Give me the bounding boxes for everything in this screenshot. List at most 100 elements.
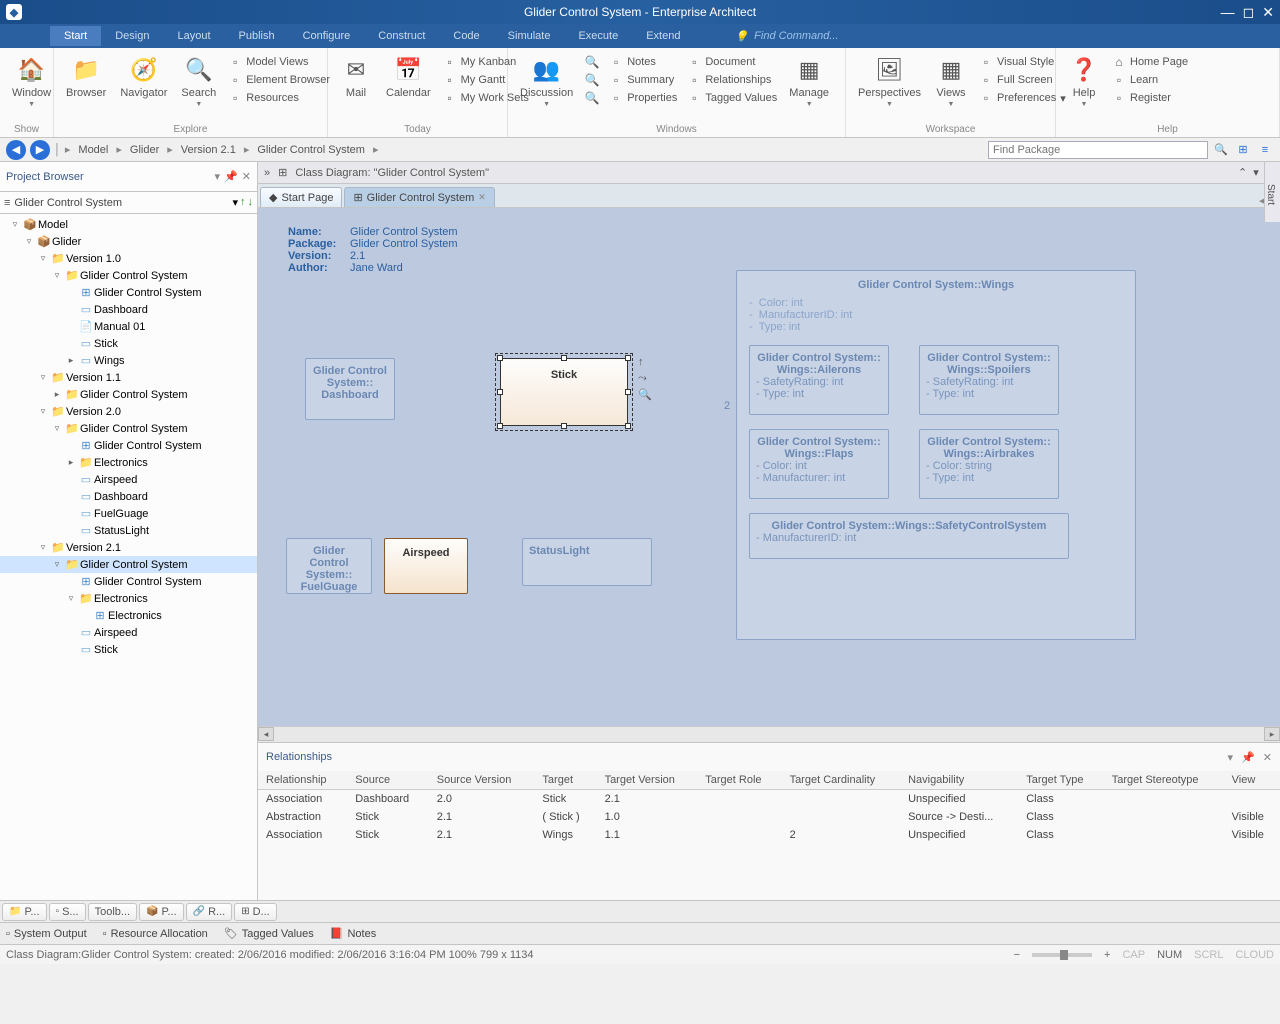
element-safety-control-system[interactable]: Glider Control System::Wings::SafetyCont… bbox=[749, 513, 1069, 559]
element-fuelguage[interactable]: Glider Control System:: FuelGuage bbox=[286, 538, 372, 594]
properties-button[interactable]: ▫Properties bbox=[607, 90, 679, 106]
navigator-button[interactable]: 🧭Navigator bbox=[114, 52, 173, 101]
menu-extend[interactable]: Extend bbox=[632, 26, 694, 46]
views-button[interactable]: ▦Views▼ bbox=[929, 52, 973, 110]
notes-button[interactable]: ▫Notes bbox=[607, 54, 679, 70]
full-screen-button[interactable]: ▫Full Screen bbox=[977, 72, 1068, 88]
pb-close-icon[interactable]: ✕ bbox=[242, 170, 251, 183]
manage-button[interactable]: ▦Manage▼ bbox=[783, 52, 835, 110]
nav-forward-button[interactable]: ▶ bbox=[30, 140, 50, 160]
element-ailerons[interactable]: Glider Control System:: Wings::Ailerons … bbox=[749, 345, 889, 415]
find-command[interactable]: 💡 Find Command... bbox=[734, 30, 838, 43]
zoom2-button[interactable]: 🔍 bbox=[583, 72, 601, 88]
collapse-icon[interactable]: ⌃ bbox=[1238, 166, 1247, 179]
quick-link-chain-icon[interactable]: ⤳ bbox=[638, 372, 647, 385]
btab-d[interactable]: ⊞D... bbox=[234, 903, 277, 921]
notes-tab[interactable]: 📕Notes bbox=[330, 927, 376, 940]
rel-col-header[interactable]: View bbox=[1224, 771, 1280, 790]
zoom-in-icon[interactable]: + bbox=[1104, 949, 1110, 961]
zoom-out-icon[interactable]: − bbox=[1014, 949, 1020, 961]
diagram-canvas[interactable]: Name:Glider Control System Package:Glide… bbox=[258, 208, 1280, 726]
zoom3-button[interactable]: 🔍 bbox=[583, 90, 601, 106]
zoom-slider[interactable] bbox=[1032, 953, 1092, 957]
rel-pin-icon[interactable]: 📌 bbox=[1241, 751, 1255, 764]
rel-close-icon[interactable]: ✕ bbox=[1263, 751, 1272, 764]
btab-p1[interactable]: 📁P... bbox=[2, 903, 47, 921]
register-button[interactable]: ▫Register bbox=[1110, 90, 1190, 106]
preferences-button[interactable]: ▫Preferences ▾ bbox=[977, 90, 1068, 106]
find-package[interactable] bbox=[988, 141, 1208, 159]
element-spoilers[interactable]: Glider Control System:: Wings::Spoilers … bbox=[919, 345, 1059, 415]
quick-link-arrow-icon[interactable]: ↑ bbox=[638, 356, 644, 368]
rel-col-header[interactable]: Source bbox=[347, 771, 428, 790]
calendar-button[interactable]: 📅Calendar bbox=[380, 52, 437, 101]
document-button[interactable]: ▫Document bbox=[685, 54, 779, 70]
minimize-button[interactable]: — bbox=[1221, 4, 1235, 21]
tagged-values-button[interactable]: ▫Tagged Values bbox=[685, 90, 779, 106]
menu-start[interactable]: Start bbox=[50, 26, 101, 46]
grid-icon[interactable]: ⊞ bbox=[1234, 141, 1252, 159]
menu-code[interactable]: Code bbox=[439, 26, 493, 46]
system-output-tab[interactable]: ▫System Output bbox=[6, 928, 87, 940]
element-airspeed[interactable]: Airspeed bbox=[384, 538, 468, 594]
tab-close-icon[interactable]: ✕ bbox=[478, 192, 486, 203]
mail-button[interactable]: ✉Mail bbox=[334, 52, 378, 101]
element-statuslight[interactable]: StatusLight bbox=[522, 538, 652, 586]
rel-col-header[interactable]: Target Type bbox=[1018, 771, 1103, 790]
rel-col-header[interactable]: Source Version bbox=[429, 771, 535, 790]
menu-configure[interactable]: Configure bbox=[289, 26, 365, 46]
rel-col-header[interactable]: Target Stereotype bbox=[1104, 771, 1224, 790]
tagged-values-tab[interactable]: 🏷Tagged Values bbox=[224, 927, 314, 940]
rel-row[interactable]: AssociationDashboard2.0Stick2.1Unspecifi… bbox=[258, 790, 1280, 809]
crumb-model[interactable]: Model bbox=[74, 144, 112, 156]
nav-back-button[interactable]: ◀ bbox=[6, 140, 26, 160]
crumb-version[interactable]: Version 2.1 bbox=[177, 144, 240, 156]
pb-pin-icon[interactable]: 📌 bbox=[224, 170, 238, 183]
resources-button[interactable]: ▫Resources bbox=[226, 90, 332, 106]
element-flaps[interactable]: Glider Control System:: Wings::Flaps - C… bbox=[749, 429, 889, 499]
menu-icon[interactable]: ≡ bbox=[1256, 141, 1274, 159]
nav-expand-icon[interactable]: » bbox=[264, 167, 270, 179]
pb-context[interactable]: Glider Control System bbox=[14, 197, 228, 209]
zoom1-button[interactable]: 🔍 bbox=[583, 54, 601, 70]
summary-button[interactable]: ▫Summary bbox=[607, 72, 679, 88]
element-dashboard[interactable]: Glider Control System:: Dashboard bbox=[305, 358, 395, 420]
element-browser-button[interactable]: ▫Element Browser bbox=[226, 72, 332, 88]
resource-allocation-tab[interactable]: ▫Resource Allocation bbox=[103, 928, 208, 940]
search-button[interactable]: 🔍Search▼ bbox=[175, 52, 222, 110]
model-views-button[interactable]: ▫Model Views bbox=[226, 54, 332, 70]
btab-p2[interactable]: 📦P... bbox=[139, 903, 184, 921]
pb-down-icon[interactable]: ↓ bbox=[248, 196, 254, 209]
menu-construct[interactable]: Construct bbox=[364, 26, 439, 46]
menu-design[interactable]: Design bbox=[101, 26, 163, 46]
scroll-left-button[interactable]: ◂ bbox=[258, 727, 274, 741]
browser-button[interactable]: 📁Browser bbox=[60, 52, 112, 101]
rel-col-header[interactable]: Target bbox=[534, 771, 596, 790]
rel-row[interactable]: AssociationStick2.1Wings1.12UnspecifiedC… bbox=[258, 826, 1280, 844]
btab-r[interactable]: 🔗R... bbox=[186, 903, 233, 921]
project-tree[interactable]: ▿📦Model ▿📦Glider ▿📁Version 1.0 ▿📁Glider … bbox=[0, 214, 257, 900]
element-airbrakes[interactable]: Glider Control System:: Wings::Airbrakes… bbox=[919, 429, 1059, 499]
maximize-button[interactable]: ◻ bbox=[1243, 4, 1255, 21]
rel-dropdown-icon[interactable]: ▾ bbox=[1228, 751, 1234, 764]
perspectives-button[interactable]: 🖼Perspectives▼ bbox=[852, 52, 927, 110]
rel-col-header[interactable]: Target Version bbox=[597, 771, 698, 790]
visual-style-button[interactable]: ▫Visual Style bbox=[977, 54, 1068, 70]
relationships-button[interactable]: ▫Relationships bbox=[685, 72, 779, 88]
dropdown-icon[interactable]: ▾ bbox=[1253, 166, 1259, 179]
crumb-glider[interactable]: Glider bbox=[126, 144, 163, 156]
scroll-right-button[interactable]: ▸ bbox=[1264, 727, 1280, 741]
pb-dropdown-icon[interactable]: ▾ bbox=[215, 170, 221, 183]
crumb-gcs[interactable]: Glider Control System bbox=[253, 144, 369, 156]
tab-start-page[interactable]: ◆Start Page bbox=[260, 187, 342, 207]
btab-toolb[interactable]: Toolb... bbox=[88, 903, 137, 921]
find-package-go[interactable]: 🔍 bbox=[1212, 141, 1230, 159]
quick-zoom-icon[interactable]: 🔍 bbox=[638, 388, 652, 401]
help-button[interactable]: ❓Help▼ bbox=[1062, 52, 1106, 110]
tab-glider-control-system[interactable]: ⊞Glider Control System✕ bbox=[344, 187, 494, 207]
rel-col-header[interactable]: Navigability bbox=[900, 771, 1018, 790]
window-button[interactable]: 🏠Window▼ bbox=[6, 52, 57, 110]
menu-execute[interactable]: Execute bbox=[564, 26, 632, 46]
hamburger-icon[interactable]: ≡ bbox=[4, 197, 10, 209]
learn-button[interactable]: ▫Learn bbox=[1110, 72, 1190, 88]
